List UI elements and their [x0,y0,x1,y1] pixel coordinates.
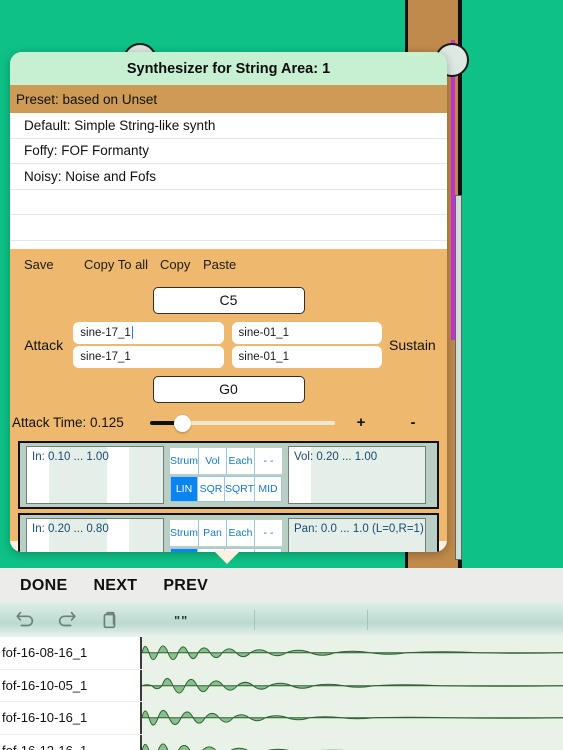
edit-toolbar: "" [0,603,563,637]
action-bar: DONE NEXT PREV [0,568,563,603]
segment-none[interactable]: - - [255,447,283,474]
waveform-label: fof-16-10-05_1 [0,669,140,701]
done-button[interactable]: DONE [20,577,67,595]
sustain-field-2-value: sine-01_1 [238,350,290,363]
segment-sqrt[interactable]: SQRT [225,476,255,501]
copy-to-all-button[interactable]: Copy To all [84,257,160,272]
prev-button[interactable]: PREV [163,577,208,595]
segment-lin[interactable]: LIN [171,476,198,501]
attack-field-1[interactable]: sine-17_1 [73,321,224,344]
waveform-list: fof-16-08-16_1 fof-16-10-05_1 fof-16-10-… [0,637,563,750]
segment-each[interactable]: Each [227,447,256,474]
waveform-label: fof-16-08-16_1 [0,637,140,669]
mod-input-range-pan-label: In: 0.20 ... 0.80 [32,522,109,535]
mod-output-range-pan-label: Pan: 0.0 ... 1.0 (L=0,R=1) [294,522,424,535]
paste-button[interactable]: Paste [203,257,253,272]
preset-list-spacer [10,240,447,249]
synthesizer-dialog: Synthesizer for String Area: 1 Preset: b… [10,52,447,552]
note-high-button[interactable]: C5 [152,286,305,314]
dialog-menu-row: Save Copy To all Copy Paste [10,249,447,281]
attack-field-2[interactable]: sine-17_1 [73,345,224,368]
modulation-panel-vol: In: 0.10 ... 1.00 Strum Vol Each - - LIN… [18,440,439,509]
background-scroll-frame[interactable] [455,195,462,560]
segment-mid[interactable]: MID [254,548,281,552]
note-low-button[interactable]: G0 [152,375,305,403]
segment-none[interactable]: - - [255,519,283,546]
mod-controls-pan: Strum Pan Each - - LIN SQR SQRT MID [170,519,283,552]
attack-time-decrease-button[interactable]: - [387,414,439,431]
attack-label: Attack [24,336,64,353]
sustain-field-1-value: sine-01_1 [238,326,290,339]
table-row[interactable]: fof-16-10-05_1 [0,669,563,702]
preset-list-item[interactable]: Noisy: Noise and Fofs [10,164,447,190]
segment-strum[interactable]: Strum [170,447,200,474]
segment-mid[interactable]: MID [254,476,281,501]
attack-time-row: Attack Time: 0.125 + - [10,409,447,437]
attack-field-group: sine-17_1 sine-17_1 [73,321,224,368]
segment-sqr[interactable]: SQR [198,476,225,501]
segment-vol[interactable]: Vol [199,447,228,474]
screen-root: Synthesizer for String Area: 1 Preset: b… [0,0,563,750]
mod-input-range-vol[interactable]: In: 0.10 ... 1.00 [26,445,164,504]
copy-button[interactable]: Copy [160,257,203,272]
waveform-label: fof-16-12-16_1 [0,734,140,750]
text-caret [131,326,134,339]
preset-list-item[interactable] [10,190,447,215]
sustain-field-2[interactable]: sine-01_1 [231,345,382,368]
preset-list: Default: Simple String-like synth Foffy:… [10,113,447,249]
modulation-panel-pan: In: 0.20 ... 0.80 Strum Pan Each - - LIN… [18,512,439,552]
slider-remainder [182,421,335,425]
segment-lin[interactable]: LIN [171,548,198,552]
popover-arrow [213,550,241,564]
segment-strum[interactable]: Strum [170,519,200,546]
mod-source-segments-pan: Strum Pan Each - - [170,519,283,546]
mod-output-range-vol-label: Vol: 0.20 ... 1.00 [294,450,378,463]
slider-knob[interactable] [174,414,191,432]
attack-time-slider[interactable] [150,414,335,432]
save-button[interactable]: Save [24,257,84,272]
segment-pan[interactable]: Pan [199,519,228,546]
next-button[interactable]: NEXT [93,577,137,595]
waveform-plot[interactable] [140,669,563,701]
waveform-plot[interactable] [140,637,563,669]
quote-glyph[interactable]: "" [174,613,188,628]
mod-output-range-pan[interactable]: Pan: 0.0 ... 1.0 (L=0,R=1) [288,517,426,552]
sustain-field-group: sine-01_1 sine-01_1 [231,321,382,368]
mod-output-range-vol[interactable]: Vol: 0.20 ... 1.00 [288,445,426,504]
toolbar-divider [367,610,369,630]
preset-bar-label: Preset: based on Unset [16,91,158,107]
mod-input-range-pan[interactable]: In: 0.20 ... 0.80 [26,517,164,552]
clipboard-icon[interactable] [98,609,120,631]
attack-field-2-value: sine-17_1 [80,350,131,363]
mod-source-segments-vol: Strum Vol Each - - [170,447,283,474]
mod-controls-vol: Strum Vol Each - - LIN SQR SQRT MID [170,447,283,502]
preset-list-item[interactable]: Default: Simple String-like synth [10,113,447,139]
attack-time-increase-button[interactable]: + [335,414,387,431]
waveform-label: fof-16-10-16_1 [0,702,140,734]
mod-input-range-vol-label: In: 0.10 ... 1.00 [32,450,109,463]
sustain-label: Sustain [389,336,436,353]
preset-list-item[interactable]: Foffy: FOF Formanty [10,139,447,164]
undo-icon[interactable] [14,609,36,631]
background-teal-right [462,0,563,568]
dialog-title: Synthesizer for String Area: 1 [10,52,447,85]
redo-icon[interactable] [56,609,78,631]
mod-curve-segments-vol: LIN SQR SQRT MID [170,475,282,502]
attack-time-label: Attack Time: 0.125 [12,415,124,430]
attack-field-1-value: sine-17_1 [80,326,131,339]
table-row[interactable]: fof-16-08-16_1 [0,637,563,670]
table-row[interactable]: fof-16-10-16_1 [0,702,563,735]
preset-list-item[interactable] [10,215,447,241]
waveform-plot[interactable] [140,734,563,750]
waveform-plot[interactable] [140,702,563,734]
toolbar-divider [254,610,256,630]
segment-each[interactable]: Each [227,519,256,546]
table-row[interactable]: fof-16-12-16_1 [0,734,563,750]
envelope-row: Attack sine-17_1 sine-17_1 sine-01_1 sin… [10,321,447,368]
dialog-body: Save Copy To all Copy Paste C5 Attack si… [10,248,447,552]
preset-bar[interactable]: Preset: based on Unset [10,85,447,113]
sustain-field-1[interactable]: sine-01_1 [231,321,382,344]
